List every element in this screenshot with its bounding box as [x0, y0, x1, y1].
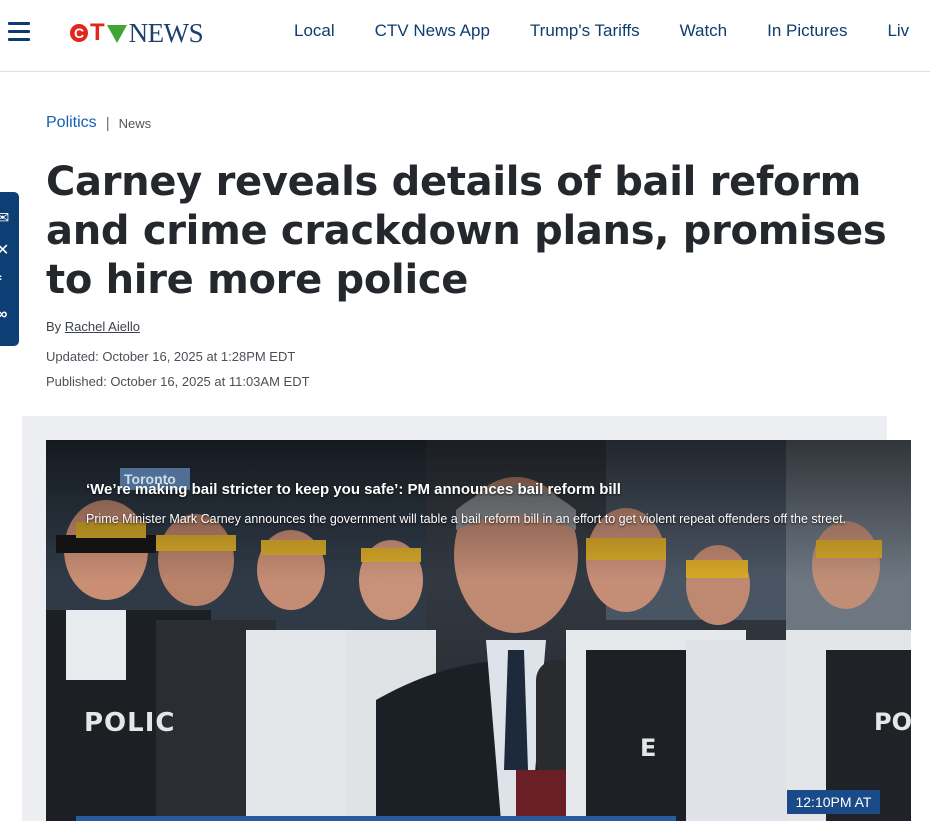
link-icon[interactable]: ∞ [0, 307, 10, 323]
logo-v-triangle [106, 25, 127, 43]
byline-prefix: By [46, 319, 62, 334]
email-icon[interactable]: ✉ [0, 211, 10, 227]
site-header: C T NEWS Local CTV News App Trump's Tari… [0, 0, 930, 72]
breadcrumb-separator: | [105, 114, 110, 132]
ctv-news-logo[interactable]: C T NEWS [70, 18, 204, 48]
video-title[interactable]: ‘We’re making bail stricter to keep you … [86, 481, 621, 498]
vest-text-center: E [640, 734, 657, 762]
broadcast-timestamp: 12:10PM AT [787, 790, 880, 814]
logo-letter-c: C [70, 24, 88, 42]
article-headline: Carney reveals details of bail reform an… [46, 159, 887, 303]
x-icon[interactable]: ✕ [0, 243, 10, 259]
article-type-label: News [118, 115, 152, 131]
menu-icon[interactable] [8, 22, 30, 42]
nav-item-in-pictures[interactable]: In Pictures [767, 20, 847, 42]
published-timestamp: Published: October 16, 2025 at 11:03AM E… [46, 374, 310, 389]
author-link[interactable]: Rachel Aiello [65, 319, 140, 334]
logo-news-text: NEWS [128, 18, 204, 48]
vest-text-right: POL [874, 708, 911, 736]
video-description: Prime Minister Mark Carney announces the… [86, 512, 847, 526]
nav-item-trumps-tariffs[interactable]: Trump's Tariffs [530, 20, 640, 42]
nav-item-live[interactable]: Liv [887, 20, 909, 42]
nav-item-ctv-news-app[interactable]: CTV News App [375, 20, 490, 42]
section-link-politics[interactable]: Politics [46, 114, 97, 132]
logo-letter-t: T [90, 19, 105, 46]
vest-text-left: POLIC [84, 708, 176, 738]
video-player[interactable]: Toronto POLIC POL E ‘We’re making bail s… [46, 440, 911, 821]
ctv-logo-mark: C T [70, 18, 127, 48]
breadcrumb: Politics | News [46, 114, 151, 132]
facebook-icon[interactable]: f [0, 275, 10, 291]
main-nav: Local CTV News App Trump's Tariffs Watch… [294, 20, 930, 42]
updated-timestamp: Updated: October 16, 2025 at 1:28PM EDT [46, 349, 296, 364]
share-bar: ✉ ✕ f ∞ [0, 192, 19, 346]
nav-item-watch[interactable]: Watch [680, 20, 728, 42]
byline: By Rachel Aiello [46, 319, 140, 334]
nav-item-local[interactable]: Local [294, 20, 335, 42]
